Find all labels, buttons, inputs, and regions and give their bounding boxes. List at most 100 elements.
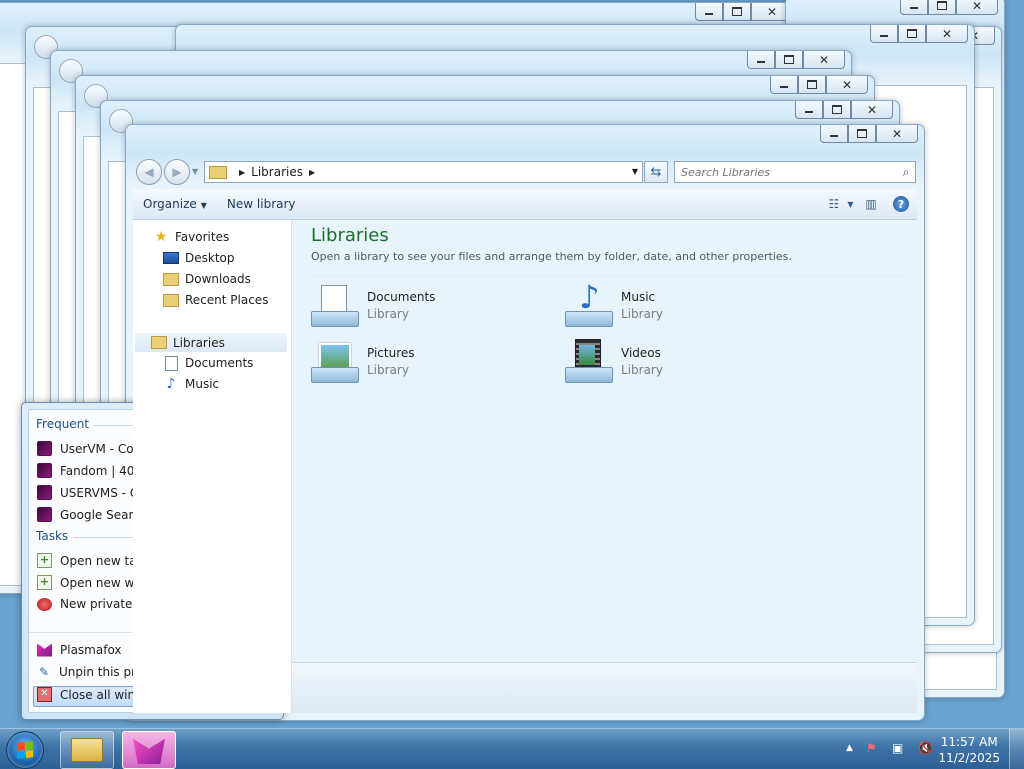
browser-page-icon	[37, 485, 52, 500]
close-button[interactable]: ✕	[826, 76, 868, 94]
documents-icon	[163, 355, 179, 371]
forward-button[interactable]: ▶	[164, 159, 190, 185]
search-icon[interactable]: ⌕	[897, 165, 915, 180]
task-open-new-tab[interactable]: + Open new tab	[37, 553, 144, 568]
close-button[interactable]: ✕	[956, 0, 998, 15]
close-button[interactable]: ✕	[926, 25, 968, 43]
preview-pane-icon: ▥	[865, 197, 877, 211]
maximize-button[interactable]	[723, 3, 751, 21]
music-icon: ♪	[166, 376, 176, 392]
explorer-window: ✕ ◀ ▶ ▼ ▶ Libraries ▶ ▼ ⇆ ⌕ Organize▼ Ne…	[125, 124, 925, 721]
nav-libraries[interactable]: Libraries	[135, 333, 287, 352]
nav-desktop[interactable]: Desktop	[163, 251, 235, 265]
taskbar: ▲ ⚑ ▣ 🔇 11:57 AM 11/2/2025	[0, 728, 1024, 769]
close-button[interactable]: ✕	[876, 125, 918, 143]
windows-logo-icon	[17, 741, 33, 759]
nav-recent-places[interactable]: Recent Places	[163, 293, 268, 307]
library-type: Library	[367, 306, 409, 321]
refresh-button[interactable]: ⇆	[644, 161, 668, 183]
minimize-button[interactable]	[900, 0, 928, 15]
command-bar: Organize ▼ New library ☷ ▼ ▥ ?	[133, 189, 917, 220]
minimize-button[interactable]	[770, 76, 798, 94]
launch-plasmafox[interactable]: Plasmafox	[37, 643, 122, 657]
close-button[interactable]: ✕	[851, 101, 893, 119]
search-box[interactable]: ⌕	[674, 161, 916, 183]
minimize-button[interactable]	[795, 101, 823, 119]
frequent-item[interactable]: Google Search	[37, 507, 147, 522]
browser-page-icon	[37, 463, 52, 478]
library-name: Videos	[621, 345, 661, 360]
clock-date: 11/2/2025	[938, 751, 1000, 765]
breadcrumb-arrow-icon[interactable]: ▶	[239, 168, 245, 177]
library-type: Library	[621, 362, 663, 377]
desktop-icon	[163, 251, 179, 265]
start-button[interactable]	[6, 731, 44, 769]
maximize-button[interactable]	[848, 125, 876, 143]
nav-music[interactable]: ♪ Music	[163, 376, 220, 392]
maximize-button[interactable]	[798, 76, 826, 94]
change-view-button[interactable]: ☷ ▼	[829, 197, 854, 211]
nav-documents-label: Documents	[185, 356, 254, 370]
network-icon[interactable]: ▣	[892, 741, 903, 755]
recent-pages-dropdown[interactable]: ▼	[192, 167, 198, 176]
libraries-folder-icon	[209, 165, 227, 179]
help-button[interactable]: ?	[893, 196, 909, 212]
close-all-icon: ✕	[37, 687, 52, 702]
pin-icon: ✎	[38, 665, 50, 679]
nav-recent-places-label: Recent Places	[185, 293, 269, 307]
library-name: Pictures	[367, 345, 415, 360]
action-center-icon[interactable]: ⚑	[866, 741, 877, 755]
view-list-icon: ☷	[828, 197, 840, 211]
address-bar[interactable]: ▶ Libraries ▶ ▼	[204, 161, 643, 183]
library-documents[interactable]: Documents Library	[311, 283, 435, 327]
app-name-label: Plasmafox	[60, 643, 122, 657]
maximize-button[interactable]	[928, 0, 956, 15]
arrow-right-icon: ▶	[172, 165, 182, 179]
maximize-button[interactable]	[823, 101, 851, 119]
caption-buttons: ✕	[695, 3, 793, 21]
page-title: Libraries	[311, 225, 389, 246]
minimize-button[interactable]	[695, 3, 723, 21]
nav-libraries-label: Libraries	[173, 335, 225, 350]
taskbar-explorer[interactable]	[60, 731, 114, 769]
show-hidden-icons-button[interactable]: ▲	[846, 743, 853, 753]
maximize-button[interactable]	[775, 51, 803, 69]
library-videos[interactable]: Videos Library	[565, 339, 663, 383]
address-dropdown-icon[interactable]: ▼	[632, 167, 638, 176]
plasmafox-icon	[133, 738, 165, 764]
system-clock[interactable]: 11:57 AM 11/2/2025	[938, 734, 1000, 766]
music-library-icon: ♪	[565, 281, 613, 327]
preview-pane-button[interactable]: ▥	[863, 197, 879, 211]
library-type: Library	[621, 306, 663, 321]
refresh-icon: ⇆	[650, 164, 662, 180]
nav-favorites[interactable]: ★ Favorites	[153, 229, 230, 245]
nav-downloads[interactable]: Downloads	[163, 272, 251, 286]
minimize-button[interactable]	[870, 25, 898, 43]
close-button[interactable]: ✕	[803, 51, 845, 69]
volume-muted-icon[interactable]: 🔇	[918, 741, 933, 755]
new-tab-icon: +	[37, 553, 52, 568]
libraries-icon	[151, 336, 167, 350]
page-subtitle: Open a library to see your files and arr…	[311, 250, 792, 263]
chevron-down-icon: ▼	[847, 199, 854, 209]
new-library-button[interactable]: New library	[217, 197, 306, 211]
organize-button[interactable]: Organize ▼	[133, 197, 217, 211]
library-pictures[interactable]: Pictures Library	[311, 339, 415, 383]
nav-documents[interactable]: Documents	[163, 355, 254, 371]
library-music[interactable]: ♪ Music Library	[565, 281, 663, 327]
taskbar-plasmafox[interactable]	[122, 731, 176, 769]
organize-label: Organize	[143, 197, 197, 211]
breadcrumb-arrow-icon[interactable]: ▶	[309, 168, 315, 177]
breadcrumb-libraries[interactable]: Libraries	[251, 165, 303, 179]
search-input[interactable]	[675, 164, 897, 180]
browser-page-icon	[37, 441, 52, 456]
minimize-button[interactable]	[747, 51, 775, 69]
star-icon: ★	[154, 229, 168, 245]
maximize-button[interactable]	[898, 25, 926, 43]
nav-downloads-label: Downloads	[185, 272, 251, 286]
minimize-button[interactable]	[820, 125, 848, 143]
caption-buttons: ✕	[870, 25, 968, 43]
navigation-pane: ★ Favorites Desktop Downloads Recent Pla…	[133, 219, 292, 713]
back-button[interactable]: ◀	[136, 159, 162, 185]
show-desktop-button[interactable]	[1009, 729, 1024, 769]
